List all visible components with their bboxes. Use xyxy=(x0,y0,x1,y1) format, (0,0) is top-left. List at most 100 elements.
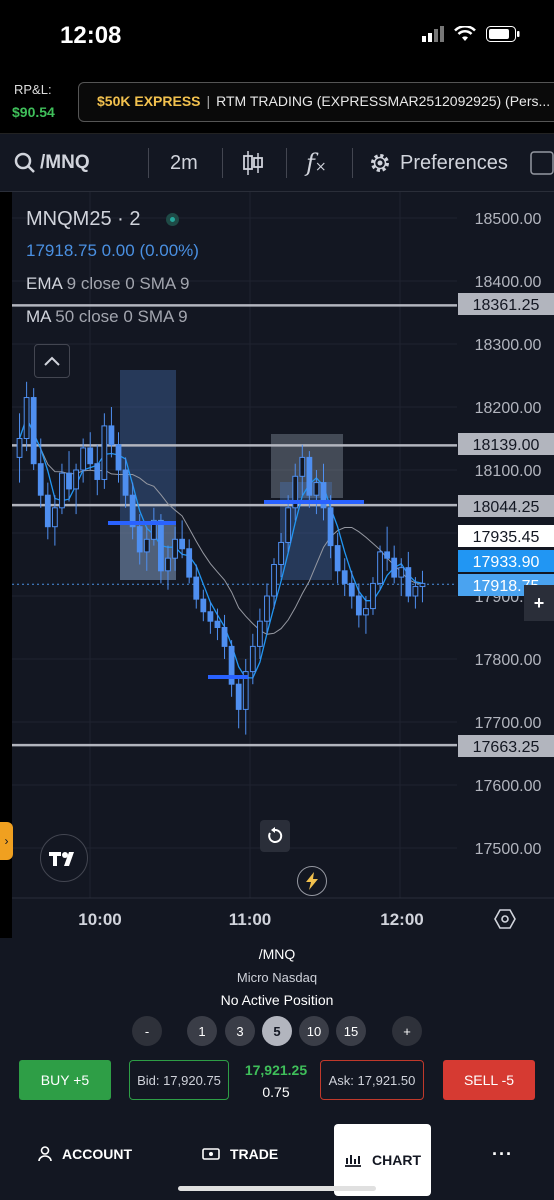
ma-label: MA xyxy=(26,307,51,326)
price-label-text: 18044.25 xyxy=(473,499,540,516)
interval-label: 2m xyxy=(170,151,198,174)
candle-body xyxy=(23,397,30,440)
sell-button[interactable]: SELL -5 xyxy=(443,1060,535,1100)
position-status: No Active Position xyxy=(220,992,334,1008)
candle-body xyxy=(143,538,150,553)
toolbar-divider xyxy=(148,148,149,178)
chart-icon xyxy=(345,1155,361,1167)
candle-body xyxy=(355,595,362,616)
price-label-text: 17935.45 xyxy=(473,529,540,546)
quantity-decrease-button[interactable]: - xyxy=(132,1016,162,1046)
quantity-option-15[interactable]: 15 xyxy=(336,1016,366,1046)
price-label-text: 17933.90 xyxy=(473,554,540,571)
add-order-button[interactable]: + xyxy=(524,585,554,621)
ema-label: EMA xyxy=(26,274,62,293)
interval-button[interactable]: 2m xyxy=(170,134,198,192)
preferences-button[interactable]: Preferences xyxy=(368,134,508,192)
price-tick-label: 18400.00 xyxy=(475,274,542,291)
quantity-option-10[interactable]: 10 xyxy=(299,1016,329,1046)
ask-price[interactable]: Ask: 17,921.50 xyxy=(320,1060,424,1100)
reset-chart-button[interactable] xyxy=(260,820,290,852)
nav-account[interactable]: ACCOUNT xyxy=(38,1118,132,1190)
symbol-search-button[interactable]: /MNQ xyxy=(14,134,90,192)
candle-body xyxy=(87,447,94,465)
candle-body xyxy=(108,425,115,446)
candle-body xyxy=(235,683,242,710)
last-price: 17,921.25 xyxy=(244,1062,308,1078)
candle-body xyxy=(136,526,143,553)
rpl-value: $90.54 xyxy=(12,104,55,120)
nav-more[interactable]: ··· xyxy=(492,1118,513,1190)
candle-body xyxy=(334,545,341,572)
candle-body xyxy=(341,570,348,584)
candle-body xyxy=(165,557,171,572)
chart-type-button[interactable] xyxy=(242,134,264,192)
candle-body xyxy=(264,595,270,622)
price-tick-label: 17500.00 xyxy=(475,841,542,858)
quick-trade-button[interactable] xyxy=(297,866,327,896)
quantity-option-5[interactable]: 5 xyxy=(262,1016,292,1046)
price-label-text: 18361.25 xyxy=(473,297,540,314)
person-icon xyxy=(38,1146,52,1162)
home-indicator xyxy=(178,1186,376,1191)
nav-trade[interactable]: TRADE xyxy=(202,1118,278,1190)
legend-symbol: MNQM25 · 2 xyxy=(26,208,141,230)
fullscreen-button[interactable] xyxy=(530,134,554,192)
account-bar: RP&L: $90.54 $50K EXPRESS | RTM TRADING (E… xyxy=(0,62,554,134)
indicators-button[interactable]: f× xyxy=(306,134,327,192)
account-selector[interactable]: $50K EXPRESS | RTM TRADING (EXPRESSMAR2512… xyxy=(78,82,554,122)
gear-icon xyxy=(371,154,389,172)
bid-price[interactable]: Bid: 17,920.75 xyxy=(129,1060,229,1100)
ema9-line xyxy=(18,416,423,679)
candle-body xyxy=(313,482,320,496)
status-bar: 12:08 xyxy=(0,0,554,62)
quantity-increase-button[interactable]: + xyxy=(392,1016,422,1046)
price-label-text: 17663.25 xyxy=(473,739,540,756)
candle-body xyxy=(214,620,221,629)
tradingview-logo[interactable] xyxy=(40,834,88,882)
candle-body xyxy=(412,586,419,597)
side-panel-handle[interactable]: › xyxy=(0,822,13,860)
time-axis: 10:00 11:00 12:00 xyxy=(12,897,554,938)
candle-body xyxy=(193,576,200,600)
legend-ema[interactable]: EMA 9 close 0 SMA 9 xyxy=(26,274,199,294)
status-icons xyxy=(422,26,520,42)
nav-chart-label: CHART xyxy=(372,1152,421,1168)
collapse-legend-button[interactable] xyxy=(34,344,70,378)
entry-marker xyxy=(208,675,248,679)
chart-area[interactable]: 18500.00 18400.00 18300.00 18200.00 18100.00… xyxy=(12,192,554,938)
candle-body xyxy=(278,541,284,566)
time-axis-settings-button[interactable] xyxy=(494,908,516,935)
chart-toolbar: /MNQ 2m f× Preferences xyxy=(0,134,554,192)
chart-legend: MNQM25 · 2 17918.75 0.00 (0.00%) EMA 9 c… xyxy=(26,208,199,327)
hexagon-settings-icon xyxy=(494,909,516,929)
account-separator: | xyxy=(206,93,211,109)
nav-trade-label: TRADE xyxy=(230,1146,279,1162)
candle-body xyxy=(377,551,383,584)
bottom-navigation: ACCOUNT TRADE CHART ··· xyxy=(0,1118,554,1200)
candle-body xyxy=(66,472,72,490)
candle-body xyxy=(419,582,426,588)
candle-body xyxy=(37,463,44,496)
candle-body xyxy=(405,567,412,597)
spread-value: 0.75 xyxy=(262,1084,290,1100)
candle-body xyxy=(94,463,101,480)
quantity-option-3[interactable]: 3 xyxy=(225,1016,255,1046)
ema-params: 9 close 0 SMA 9 xyxy=(66,274,190,293)
candle-body xyxy=(59,472,65,509)
account-name: RTM TRADING (EXPRESSMAR2512092925) (Pers… xyxy=(216,93,551,109)
toolbar-divider xyxy=(286,148,287,178)
legend-ma[interactable]: MA 50 close 0 SMA 9 xyxy=(26,307,199,327)
refresh-icon xyxy=(268,827,283,843)
candle-body xyxy=(249,645,256,673)
quantity-option-1[interactable]: 1 xyxy=(187,1016,217,1046)
toolbar-divider xyxy=(352,148,353,178)
price-tick-label: 17600.00 xyxy=(475,778,542,795)
tradingview-logo-icon xyxy=(49,852,74,866)
legend-price: 17918.75 0.00 (0.00%) xyxy=(26,241,199,260)
indicators-fx-icon: f× xyxy=(306,149,327,177)
candle-body xyxy=(115,444,122,471)
buy-button[interactable]: BUY +5 xyxy=(19,1060,111,1100)
battery-icon xyxy=(486,26,520,42)
candle-body xyxy=(122,469,129,496)
